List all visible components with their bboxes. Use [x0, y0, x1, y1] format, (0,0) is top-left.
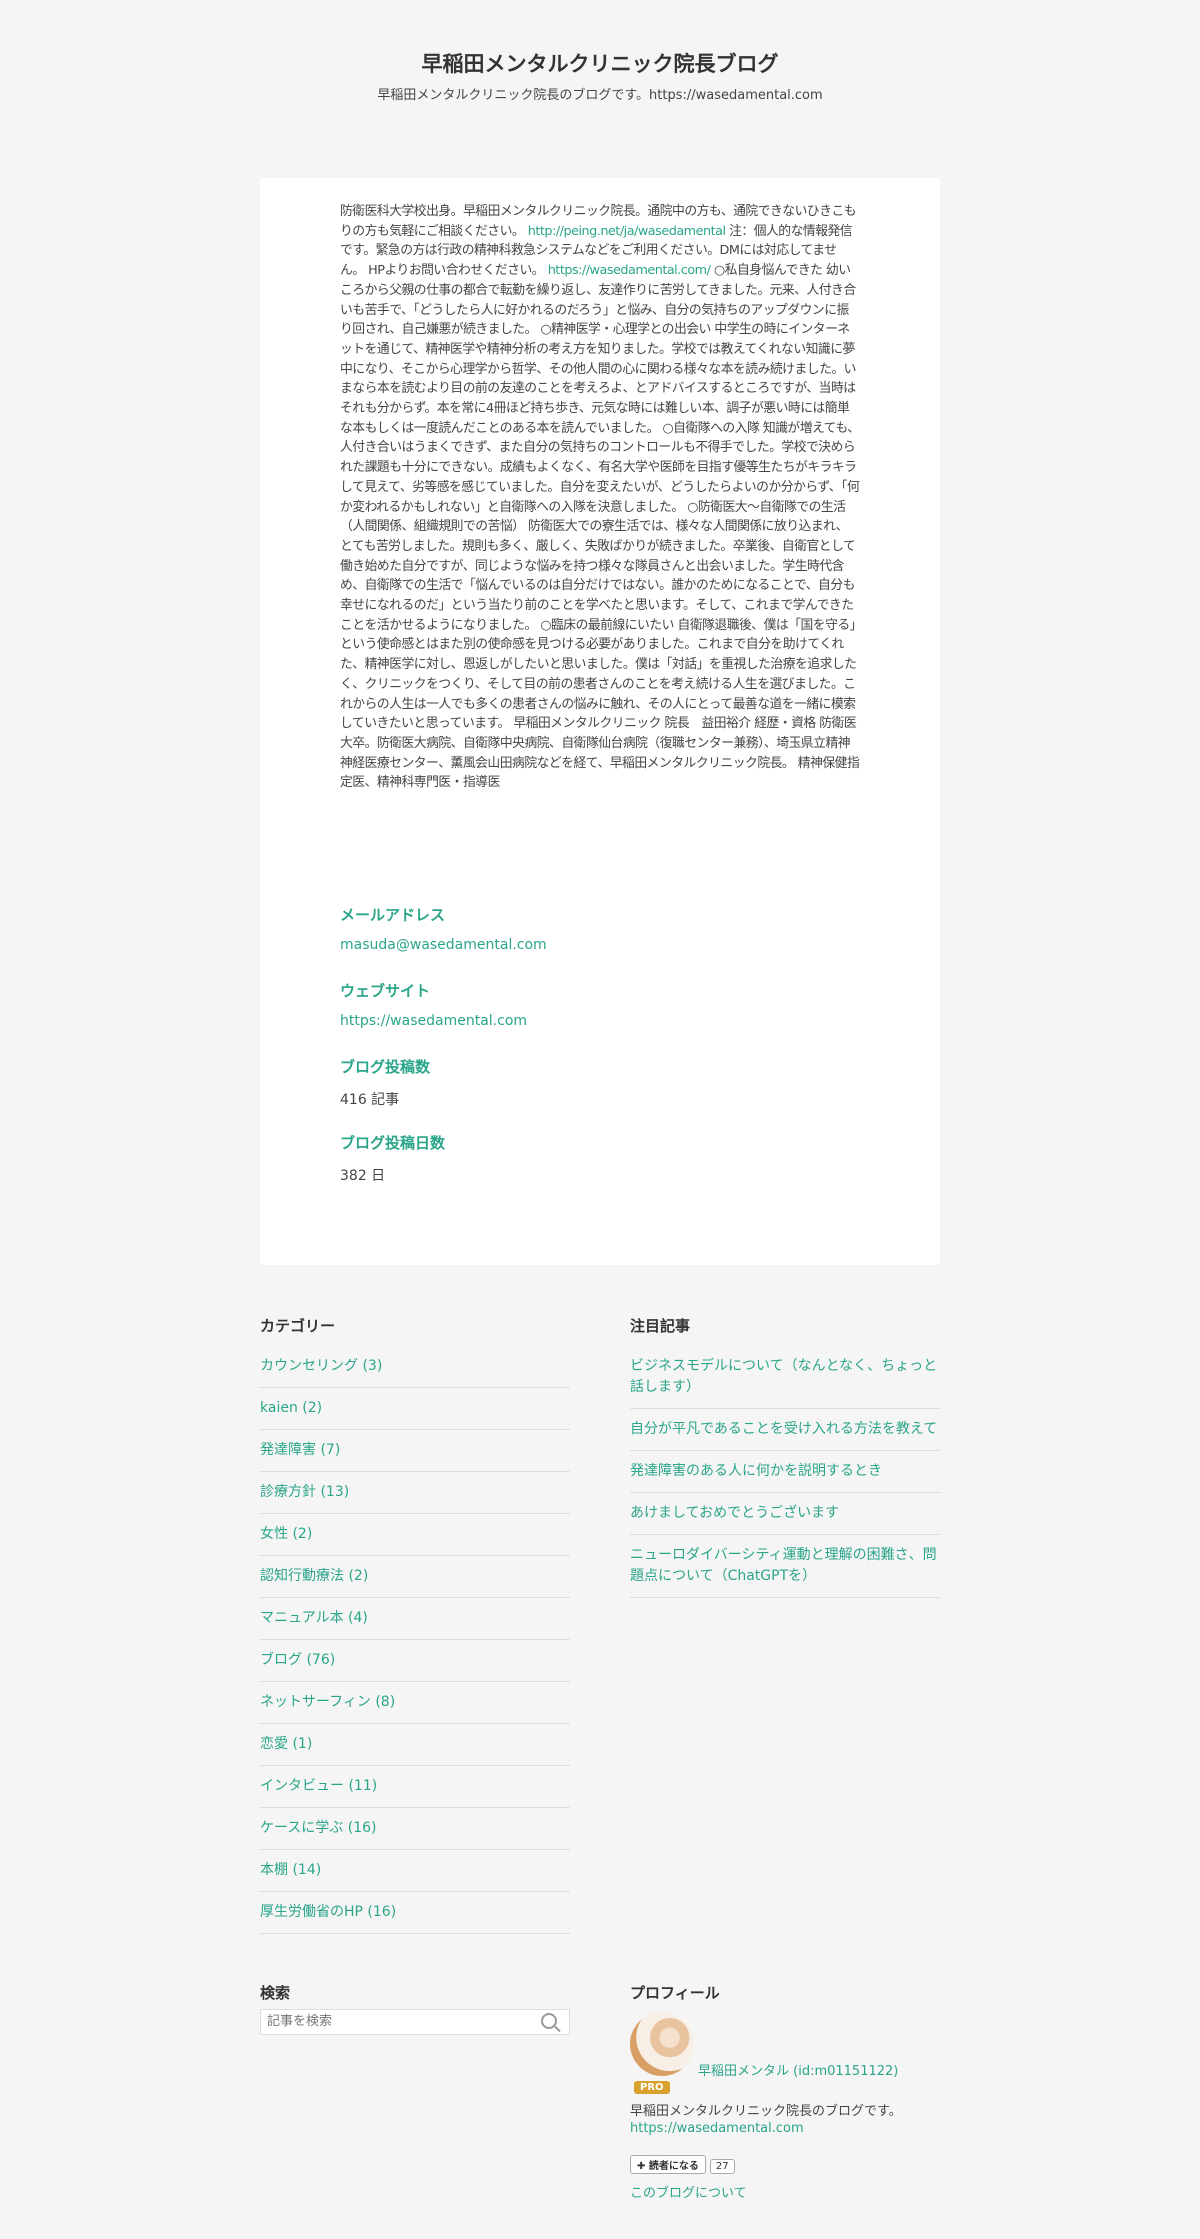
email-link[interactable]: masuda@wasedamental.com [340, 937, 860, 953]
about-card: 防衛医科大学校出身。早稲田メンタルクリニック院長。通院中の方も、通院できないひき… [260, 178, 940, 1265]
blog-title[interactable]: 早稲田メンタルクリニック院長ブログ [0, 48, 1200, 78]
featured-item: ビジネスモデルについて（なんとなく、ちょっと話します） [630, 1346, 940, 1409]
category-link[interactable]: 女性 (2) [260, 1526, 312, 1542]
featured-list: ビジネスモデルについて（なんとなく、ちょっと話します） 自分が平凡であることを受… [630, 1346, 940, 1598]
website-label: ウェブサイト [340, 982, 431, 1000]
category-link[interactable]: 診療方針 (13) [260, 1484, 349, 1500]
profile-description: 早稲田メンタルクリニック院長のブログです。 [630, 2104, 902, 2119]
category-link[interactable]: カウンセリング (3) [260, 1358, 382, 1374]
website-link[interactable]: https://wasedamental.com [340, 1013, 860, 1029]
category-item: カウンセリング (3) [260, 1346, 570, 1388]
category-item: 本棚 (14) [260, 1850, 570, 1892]
category-link[interactable]: ケースに学ぶ (16) [260, 1820, 377, 1836]
category-link[interactable]: 恋愛 (1) [260, 1736, 312, 1752]
category-item: 発達障害 (7) [260, 1430, 570, 1472]
subscribe-button[interactable]: ✚ 読者になる [630, 2155, 706, 2174]
category-item: ネットサーフィン (8) [260, 1682, 570, 1724]
subscriber-count: 27 [709, 2159, 735, 2174]
featured-link[interactable]: ビジネスモデルについて（なんとなく、ちょっと話します） [630, 1358, 937, 1395]
post-days-label: ブログ投稿日数 [340, 1134, 446, 1152]
profile-module: プロフィール PRO 早稲田メンタル (id:m01151122) 早稲田メンタ… [630, 1982, 940, 2232]
post-days-value: 382 日 [340, 1168, 386, 1184]
category-link[interactable]: ネットサーフィン (8) [260, 1694, 395, 1710]
featured-item: 自分が平凡であることを受け入れる方法を教えて [630, 1409, 940, 1451]
categories-heading: カテゴリー [260, 1317, 336, 1335]
category-item: 認知行動療法 (2) [260, 1556, 570, 1598]
email-label: メールアドレス [340, 906, 446, 924]
featured-link[interactable]: あけましておめでとうございます [630, 1505, 839, 1521]
profile-url-link[interactable]: https://wasedamental.com [630, 2121, 804, 2136]
about-blog-link[interactable]: このブログについて [630, 2182, 747, 2201]
blog-description: 早稲田メンタルクリニック院長のブログです。https://wasedamenta… [377, 88, 823, 103]
category-link[interactable]: 発達障害 (7) [260, 1442, 340, 1458]
featured-link[interactable]: 発達障害のある人に何かを説明するとき [630, 1463, 882, 1479]
featured-link[interactable]: 自分が平凡であることを受け入れる方法を教えて [630, 1421, 937, 1437]
search-form [260, 2009, 570, 2035]
category-item: 女性 (2) [260, 1514, 570, 1556]
pro-badge: PRO [634, 2081, 670, 2094]
category-link[interactable]: ブログ (76) [260, 1652, 335, 1668]
post-days-field: ブログ投稿日数 382 日 [340, 1132, 860, 1185]
about-body: 防衛医科大学校出身。早稲田メンタルクリニック院長。通院中の方も、通院できないひき… [340, 202, 860, 793]
featured-module: 注目記事 ビジネスモデルについて（なんとなく、ちょっと話します） 自分が平凡であ… [630, 1315, 940, 1598]
subscribe-group: ✚ 読者になる 27 [630, 2154, 735, 2174]
category-item: kaien (2) [260, 1388, 570, 1430]
categories-module: カテゴリー カウンセリング (3) kaien (2) 発達障害 (7) 診療方… [260, 1315, 570, 1934]
peing-link[interactable]: http://peing.net/ja/wasedamental [528, 224, 726, 239]
category-item: ケースに学ぶ (16) [260, 1808, 570, 1850]
category-link[interactable]: マニュアル本 (4) [260, 1610, 368, 1626]
category-link[interactable]: インタビュー (11) [260, 1778, 377, 1794]
category-link[interactable]: kaien (2) [260, 1400, 322, 1416]
featured-heading: 注目記事 [630, 1317, 691, 1335]
categories-list: カウンセリング (3) kaien (2) 発達障害 (7) 診療方針 (13)… [260, 1346, 570, 1934]
category-link[interactable]: 本棚 (14) [260, 1862, 321, 1878]
featured-link[interactable]: ニューロダイバーシティ運動と理解の困難さ、問題点について（ChatGPTを） [630, 1547, 937, 1584]
about-text-biography: ○私自身悩んできた 幼いころから父親の仕事の都合で転勤を繰り返し、友達作りに苦労… [340, 263, 860, 791]
homepage-link[interactable]: https://wasedamental.com/ [548, 263, 711, 278]
search-input[interactable] [261, 2010, 533, 2033]
category-item: インタビュー (11) [260, 1766, 570, 1808]
category-item: 恋愛 (1) [260, 1724, 570, 1766]
category-item: マニュアル本 (4) [260, 1598, 570, 1640]
email-field: メールアドレス masuda@wasedamental.com [340, 904, 860, 953]
search-module: 検索 [260, 1982, 570, 2035]
category-item: 診療方針 (13) [260, 1472, 570, 1514]
search-icon[interactable] [541, 2013, 557, 2029]
post-count-value: 416 記事 [340, 1092, 400, 1108]
category-item: ブログ (76) [260, 1640, 570, 1682]
featured-item: 発達障害のある人に何かを説明するとき [630, 1451, 940, 1493]
website-field: ウェブサイト https://wasedamental.com [340, 980, 860, 1029]
search-heading: 検索 [260, 1984, 291, 2002]
featured-item: あけましておめでとうございます [630, 1493, 940, 1535]
featured-item: ニューロダイバーシティ運動と理解の困難さ、問題点について（ChatGPTを） [630, 1535, 940, 1598]
category-link[interactable]: 認知行動療法 (2) [260, 1568, 368, 1584]
post-count-field: ブログ投稿数 416 記事 [340, 1056, 860, 1109]
profile-name-link[interactable]: 早稲田メンタル (id:m01151122) [698, 2060, 898, 2079]
profile-heading: プロフィール [630, 1984, 720, 2002]
category-item: 厚生労働省のHP (16) [260, 1892, 570, 1934]
post-count-label: ブログ投稿数 [340, 1058, 431, 1076]
avatar[interactable] [630, 2012, 694, 2076]
category-link[interactable]: 厚生労働省のHP (16) [260, 1904, 396, 1920]
